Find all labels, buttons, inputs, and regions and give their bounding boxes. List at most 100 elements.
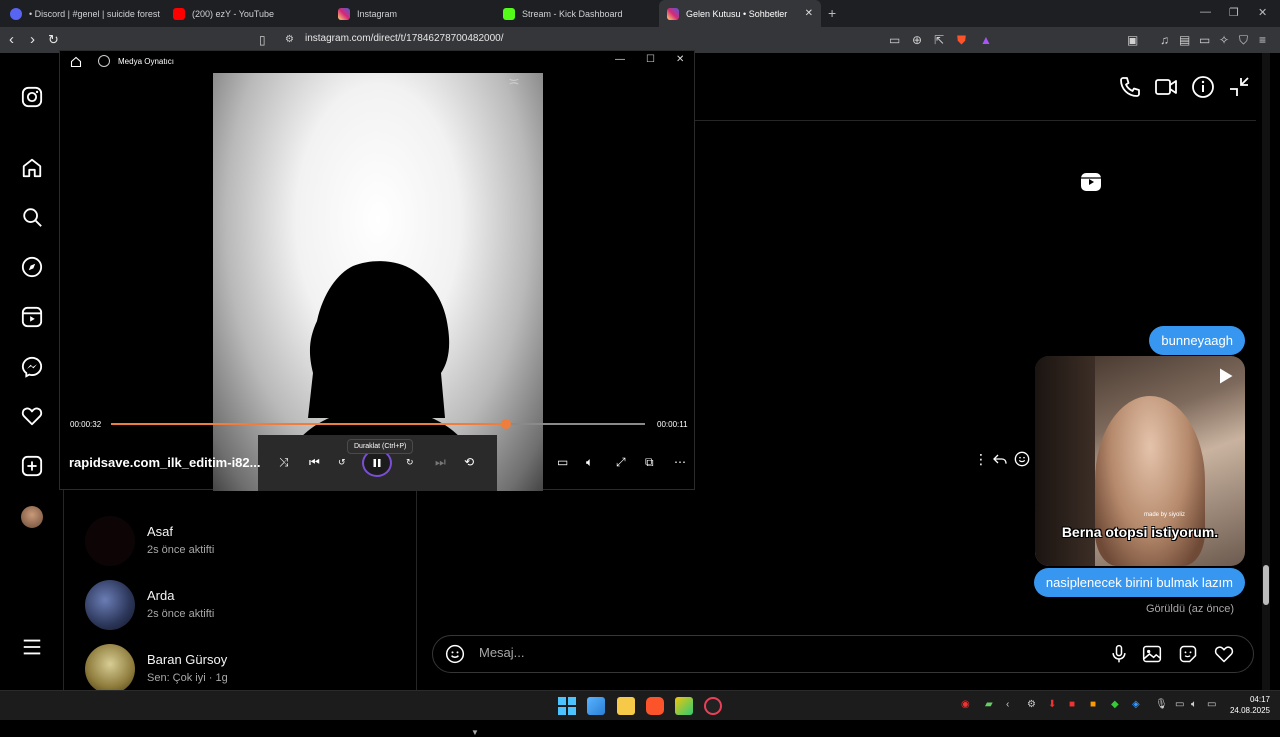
tray-app-icon[interactable]: ◆ bbox=[1111, 699, 1119, 711]
previous-track-icon[interactable]: ⏮ bbox=[309, 455, 320, 469]
wallet-icon[interactable]: ▭ bbox=[1199, 32, 1210, 48]
close-window-icon[interactable]: ✕ bbox=[1258, 6, 1267, 19]
instagram-favicon-icon bbox=[338, 7, 350, 20]
shuffle-icon[interactable]: ⤨ bbox=[279, 455, 289, 469]
home-icon[interactable] bbox=[20, 156, 44, 180]
leo-ai-icon[interactable]: ✧ bbox=[1219, 32, 1229, 48]
profile-avatar[interactable] bbox=[20, 505, 44, 529]
sidebar-toggle-icon[interactable]: ▣ bbox=[1127, 32, 1138, 48]
message-bubble[interactable]: bunneyaagh bbox=[1149, 326, 1245, 355]
site-settings-icon[interactable]: ⚙ bbox=[285, 32, 294, 48]
instagram-logo-icon[interactable] bbox=[20, 85, 44, 109]
maximize-window-icon[interactable]: ❐ bbox=[1229, 6, 1239, 19]
windows-taskbar: ◉ ▰ ‹ ⚙ ⬇ ■ ■ ◆ ◈ 🎙︎ ▭ 🔈︎ ▭ 04:17 24.08.… bbox=[0, 690, 1280, 720]
volume-icon[interactable]: 🔈︎ bbox=[586, 455, 593, 469]
reading-list-icon[interactable]: ▤ bbox=[1179, 32, 1190, 48]
tab-instagram-inbox[interactable]: Gelen Kutusu • Sohbetler ✕ bbox=[659, 0, 821, 27]
emoji-picker-icon[interactable] bbox=[445, 644, 465, 669]
start-menu-icon[interactable] bbox=[558, 697, 576, 715]
repeat-off-icon[interactable]: ⟲ bbox=[464, 455, 474, 469]
tab-youtube[interactable]: (200) ezY - YouTube bbox=[173, 0, 333, 27]
rewind-10-icon[interactable]: ↺ bbox=[338, 455, 346, 469]
tray-app-icon[interactable]: ‹ bbox=[1006, 699, 1009, 711]
back-icon[interactable]: ‹ bbox=[9, 31, 14, 49]
video-call-icon[interactable] bbox=[1154, 75, 1178, 99]
tab-label: Gelen Kutusu • Sohbetler bbox=[686, 8, 788, 19]
battery-icon[interactable]: ▭ bbox=[1207, 699, 1216, 711]
reply-icon[interactable] bbox=[992, 451, 1008, 472]
forward-30-icon[interactable]: ↻ bbox=[406, 455, 414, 469]
mini-player-icon[interactable]: ⧉ bbox=[645, 455, 654, 469]
tray-app-icon[interactable]: ■ bbox=[1069, 699, 1075, 711]
sticker-icon[interactable] bbox=[1178, 644, 1198, 669]
create-icon[interactable] bbox=[20, 454, 44, 478]
file-explorer-icon[interactable] bbox=[617, 697, 635, 715]
fullscreen-icon[interactable]: ⤢ bbox=[616, 455, 626, 469]
next-track-icon[interactable]: ⏭ bbox=[435, 455, 446, 469]
shared-reel-icon[interactable] bbox=[1079, 170, 1103, 199]
subtitles-icon[interactable]: ▭ bbox=[557, 455, 568, 469]
tab-instagram[interactable]: Instagram bbox=[338, 0, 498, 27]
cast-icon[interactable]: ▭ bbox=[889, 32, 900, 48]
bookmark-icon[interactable]: ▯ bbox=[259, 32, 266, 48]
zoom-icon[interactable]: ⊕ bbox=[912, 32, 922, 48]
clock-date: 24.08.2025 bbox=[1229, 706, 1270, 715]
app-icon[interactable] bbox=[675, 697, 693, 715]
home-icon[interactable] bbox=[70, 55, 82, 73]
audio-call-icon[interactable] bbox=[1118, 75, 1142, 99]
chat-scrollbar[interactable] bbox=[1262, 53, 1270, 690]
new-tab-icon[interactable]: + bbox=[828, 5, 836, 21]
reels-icon[interactable] bbox=[20, 305, 44, 329]
shared-reel-card[interactable]: made by siyoliz Berna otopsi istiyorum. bbox=[1035, 356, 1245, 566]
brave-rewards-icon[interactable]: ▲ bbox=[980, 32, 992, 48]
minimize-window-icon[interactable]: — bbox=[615, 54, 625, 65]
network-icon[interactable]: ▭ bbox=[1175, 699, 1184, 711]
collapse-icon[interactable] bbox=[1227, 75, 1251, 99]
close-tab-icon[interactable]: ✕ bbox=[805, 8, 813, 19]
brave-browser-icon[interactable] bbox=[646, 697, 664, 715]
system-clock[interactable]: 04:17 24.08.2025 bbox=[1230, 694, 1270, 716]
volume-icon[interactable]: 🔈︎ bbox=[1191, 699, 1197, 711]
more-menu-icon[interactable] bbox=[20, 635, 44, 659]
search-icon[interactable] bbox=[20, 205, 44, 229]
message-input[interactable] bbox=[479, 645, 1079, 660]
menu-icon[interactable]: ≡ bbox=[1259, 32, 1266, 48]
messenger-icon[interactable] bbox=[20, 355, 44, 379]
tray-app-icon[interactable]: ◉ bbox=[961, 699, 970, 711]
maximize-window-icon[interactable]: ☐ bbox=[646, 54, 655, 65]
tray-app-icon[interactable]: ▰ bbox=[985, 699, 993, 711]
scroll-down-icon[interactable]: ▼ bbox=[471, 728, 479, 737]
tab-discord[interactable]: • Discord | #genel | suicide forest bbox=[8, 0, 168, 27]
player-title: Medya Oynatıcı bbox=[118, 57, 175, 66]
info-icon[interactable] bbox=[1191, 75, 1215, 99]
tray-app-icon[interactable]: ■ bbox=[1090, 699, 1096, 711]
explore-icon[interactable] bbox=[20, 255, 44, 279]
more-options-icon[interactable]: ⋯ bbox=[674, 455, 686, 469]
tab-kick[interactable]: Stream - Kick Dashboard bbox=[503, 0, 663, 27]
tray-app-icon[interactable]: ◈ bbox=[1132, 699, 1140, 711]
tray-app-icon[interactable]: ⬇ bbox=[1048, 699, 1056, 711]
voice-message-icon[interactable] bbox=[1109, 644, 1129, 669]
share-icon[interactable]: ⇱ bbox=[934, 32, 944, 48]
reload-icon[interactable]: ↻ bbox=[48, 31, 59, 49]
widgets-icon[interactable] bbox=[587, 697, 605, 715]
scrollbar-thumb[interactable] bbox=[1263, 565, 1269, 605]
forward-icon[interactable]: › bbox=[30, 31, 35, 49]
address-input[interactable]: instagram.com/direct/t/17846278700482000… bbox=[305, 33, 503, 44]
notifications-heart-icon[interactable] bbox=[20, 404, 44, 428]
seen-status: Görüldü (az önce) bbox=[1145, 603, 1234, 615]
media-icon[interactable]: ♫ bbox=[1160, 32, 1169, 48]
brave-shields-icon[interactable]: ⛊ bbox=[957, 32, 966, 48]
like-heart-icon[interactable] bbox=[1214, 644, 1234, 669]
tray-app-icon[interactable]: ⚙ bbox=[1027, 699, 1036, 711]
minimize-window-icon[interactable]: — bbox=[1200, 6, 1211, 18]
message-bubble[interactable]: nasiplenecek birini bulmak lazım bbox=[1033, 568, 1245, 597]
vpn-icon[interactable]: ⛉ bbox=[1239, 32, 1248, 48]
more-options-icon[interactable]: ⋮ bbox=[974, 451, 988, 468]
close-window-icon[interactable]: ✕ bbox=[676, 54, 684, 65]
image-upload-icon[interactable] bbox=[1142, 644, 1162, 669]
react-emoji-icon[interactable] bbox=[1014, 451, 1030, 472]
video-frame[interactable]: ≍ bbox=[213, 73, 543, 491]
microphone-icon[interactable]: 🎙︎ bbox=[1155, 699, 1168, 711]
media-player-taskbar-icon[interactable] bbox=[704, 697, 722, 715]
